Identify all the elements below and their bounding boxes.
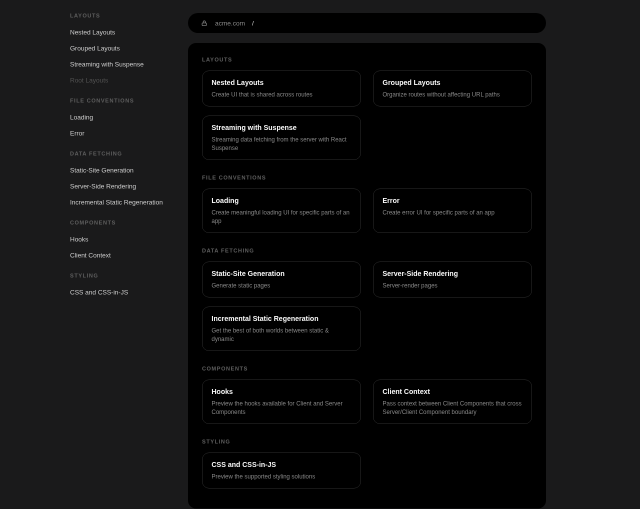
card-grouped-layouts[interactable]: Grouped Layouts Organize routes without … xyxy=(373,71,532,107)
sidebar-section-components: COMPONENTS Hooks Client Context xyxy=(70,215,186,263)
card-description: Server-render pages xyxy=(383,282,523,291)
card-grid: Static-Site Generation Generate static p… xyxy=(202,262,532,352)
card-description: Create UI that is shared across routes xyxy=(212,91,352,100)
card-title: Error xyxy=(383,196,523,205)
address-path: / xyxy=(252,19,254,27)
sidebar-item-client-context[interactable]: Client Context xyxy=(70,247,186,263)
card-css-and-css-in-js[interactable]: CSS and CSS-in-JS Preview the supported … xyxy=(202,453,361,489)
card-grid: Loading Create meaningful loading UI for… xyxy=(202,189,532,234)
card-title: Loading xyxy=(212,196,352,205)
sidebar-item-loading[interactable]: Loading xyxy=(70,109,186,125)
panel-section-label: LAYOUTS xyxy=(202,57,532,63)
card-description: Preview the hooks available for Client a… xyxy=(212,400,352,417)
card-nested-layouts[interactable]: Nested Layouts Create UI that is shared … xyxy=(202,71,361,107)
lock-icon xyxy=(201,20,208,27)
card-title: Hooks xyxy=(212,387,352,396)
card-title: CSS and CSS-in-JS xyxy=(212,460,352,469)
sidebar: LAYOUTS Nested Layouts Grouped Layouts S… xyxy=(70,8,186,300)
card-title: Server-Side Rendering xyxy=(383,269,523,278)
card-description: Streaming data fetching from the server … xyxy=(212,136,352,153)
card-server-side-rendering[interactable]: Server-Side Rendering Server-render page… xyxy=(373,262,532,298)
sidebar-item-incremental-static-regeneration[interactable]: Incremental Static Regeneration xyxy=(70,194,186,210)
card-description: Pass context between Client Components t… xyxy=(383,400,523,417)
card-grid: Hooks Preview the hooks available for Cl… xyxy=(202,380,532,425)
card-description: Get the best of both worlds between stat… xyxy=(212,327,352,344)
panel-section-label: FILE CONVENTIONS xyxy=(202,175,532,181)
main-column: acme.com / LAYOUTS Nested Layouts Create… xyxy=(188,13,546,509)
content-panel: LAYOUTS Nested Layouts Create UI that is… xyxy=(188,43,546,509)
card-title: Streaming with Suspense xyxy=(212,123,352,132)
sidebar-section-label: FILE CONVENTIONS xyxy=(70,93,186,109)
sidebar-section-layouts: LAYOUTS Nested Layouts Grouped Layouts S… xyxy=(70,8,186,88)
card-description: Organize routes without affecting URL pa… xyxy=(383,91,523,100)
address-bar: acme.com / xyxy=(188,13,546,33)
card-static-site-generation[interactable]: Static-Site Generation Generate static p… xyxy=(202,262,361,298)
card-description: Create error UI for specific parts of an… xyxy=(383,209,523,218)
address-domain: acme.com xyxy=(215,19,245,27)
card-title: Incremental Static Regeneration xyxy=(212,314,352,323)
panel-section-file-conventions: FILE CONVENTIONS Loading Create meaningf… xyxy=(202,175,532,233)
sidebar-item-root-layouts: Root Layouts xyxy=(70,72,186,88)
card-client-context[interactable]: Client Context Pass context between Clie… xyxy=(373,380,532,425)
sidebar-item-css-and-css-in-js[interactable]: CSS and CSS-in-JS xyxy=(70,284,186,300)
sidebar-item-error[interactable]: Error xyxy=(70,125,186,141)
card-error[interactable]: Error Create error UI for specific parts… xyxy=(373,189,532,234)
sidebar-section-styling: STYLING CSS and CSS-in-JS xyxy=(70,268,186,300)
sidebar-item-streaming-with-suspense[interactable]: Streaming with Suspense xyxy=(70,56,186,72)
sidebar-item-server-side-rendering[interactable]: Server-Side Rendering xyxy=(70,178,186,194)
card-description: Create meaningful loading UI for specifi… xyxy=(212,209,352,226)
sidebar-item-hooks[interactable]: Hooks xyxy=(70,231,186,247)
card-title: Grouped Layouts xyxy=(383,78,523,87)
panel-section-label: STYLING xyxy=(202,439,532,445)
card-streaming-with-suspense[interactable]: Streaming with Suspense Streaming data f… xyxy=(202,116,361,161)
sidebar-section-label: STYLING xyxy=(70,268,186,284)
card-title: Static-Site Generation xyxy=(212,269,352,278)
app-window: LAYOUTS Nested Layouts Grouped Layouts S… xyxy=(0,0,640,469)
sidebar-section-file-conventions: FILE CONVENTIONS Loading Error xyxy=(70,93,186,141)
panel-section-label: COMPONENTS xyxy=(202,366,532,372)
sidebar-section-label: DATA FETCHING xyxy=(70,146,186,162)
card-title: Client Context xyxy=(383,387,523,396)
panel-section-label: DATA FETCHING xyxy=(202,248,532,254)
panel-section-layouts: LAYOUTS Nested Layouts Create UI that is… xyxy=(202,57,532,160)
sidebar-item-nested-layouts[interactable]: Nested Layouts xyxy=(70,24,186,40)
panel-section-data-fetching: DATA FETCHING Static-Site Generation Gen… xyxy=(202,248,532,351)
card-grid: CSS and CSS-in-JS Preview the supported … xyxy=(202,453,532,489)
sidebar-section-label: COMPONENTS xyxy=(70,215,186,231)
card-description: Preview the supported styling solutions xyxy=(212,473,352,482)
card-loading[interactable]: Loading Create meaningful loading UI for… xyxy=(202,189,361,234)
card-hooks[interactable]: Hooks Preview the hooks available for Cl… xyxy=(202,380,361,425)
sidebar-section-data-fetching: DATA FETCHING Static-Site Generation Ser… xyxy=(70,146,186,210)
panel-section-components: COMPONENTS Hooks Preview the hooks avail… xyxy=(202,366,532,424)
card-description: Generate static pages xyxy=(212,282,352,291)
sidebar-section-label: LAYOUTS xyxy=(70,8,186,24)
card-grid: Nested Layouts Create UI that is shared … xyxy=(202,71,532,161)
card-incremental-static-regeneration[interactable]: Incremental Static Regeneration Get the … xyxy=(202,307,361,352)
card-title: Nested Layouts xyxy=(212,78,352,87)
sidebar-item-grouped-layouts[interactable]: Grouped Layouts xyxy=(70,40,186,56)
sidebar-item-static-site-generation[interactable]: Static-Site Generation xyxy=(70,162,186,178)
panel-section-styling: STYLING CSS and CSS-in-JS Preview the su… xyxy=(202,439,532,489)
